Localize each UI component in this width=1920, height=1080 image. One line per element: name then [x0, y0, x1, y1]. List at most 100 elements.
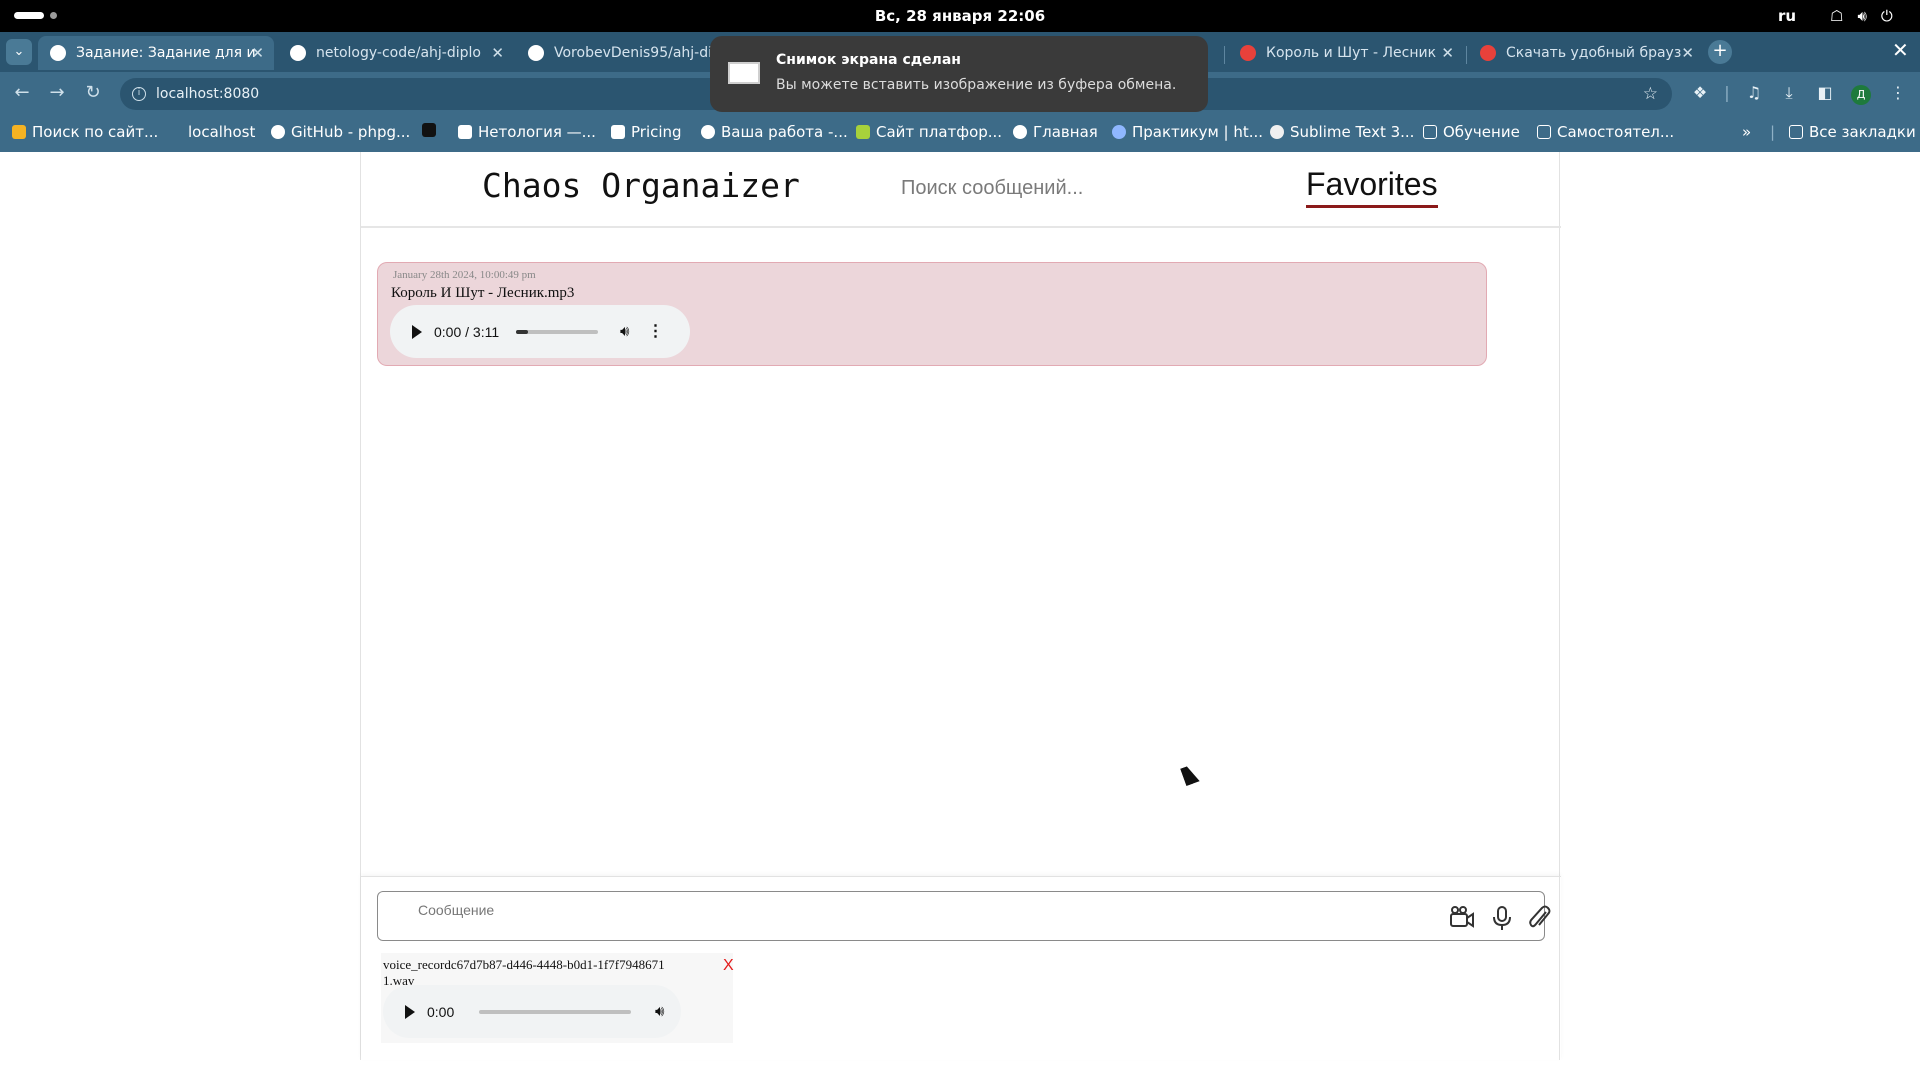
audio-time: 0:00 / 3:11 — [434, 323, 500, 340]
microphone-icon[interactable] — [1488, 904, 1516, 932]
bookmark-folder[interactable]: Самостоятел... — [1537, 123, 1674, 141]
notification-body: Вы можете вставить изображение из буфера… — [776, 77, 1177, 93]
browser-menu-icon[interactable]: ⋮ — [1887, 83, 1909, 102]
bookmarks-bar: Поиск по сайт... localhost GitHub - phpg… — [0, 116, 1920, 152]
profile-avatar[interactable]: Д — [1851, 85, 1871, 105]
bookmark-item[interactable]: localhost — [188, 123, 255, 141]
message-timestamp: January 28th 2024, 10:00:49 pm — [393, 269, 536, 281]
system-clock[interactable]: Вс, 28 января 22:06 — [0, 7, 1920, 25]
tab-download-browser[interactable]: Скачать удобный брауз ✕ — [1468, 36, 1704, 70]
bookmark-label: localhost — [188, 123, 256, 141]
bookmarks-overflow-icon[interactable]: » — [1742, 123, 1751, 141]
audio-progress-fill — [516, 329, 529, 334]
play-icon[interactable] — [405, 1004, 415, 1019]
message-input-box — [377, 891, 1551, 941]
volume-icon: 🔊︎ — [1857, 7, 1867, 25]
audio-seek-bar[interactable] — [479, 1009, 631, 1014]
bookmark-label: Ваша работа -... — [721, 123, 848, 141]
tab-title: Задание: Задание для и — [76, 45, 256, 61]
window-close-icon[interactable]: ✕ — [1892, 38, 1909, 62]
bookmark-item[interactable]: Ваша работа -... — [701, 123, 848, 141]
bookmark-item[interactable]: Sublime Text 3... — [1270, 123, 1414, 141]
favorites-link[interactable]: Favorites — [1306, 166, 1438, 208]
forward-arrow-icon[interactable]: → — [45, 82, 69, 103]
downloads-icon[interactable]: ⤓ — [1778, 83, 1800, 103]
pricing-favicon-icon — [611, 125, 625, 139]
volume-icon[interactable]: 🔊︎ — [620, 323, 629, 340]
system-tray[interactable]: ☖ 🔊︎ ⏻ — [1830, 7, 1893, 25]
bookmarks-divider: | — [1770, 123, 1776, 141]
tab-vorobev-repo[interactable]: VorobevDenis95/ahj-di — [516, 36, 716, 70]
github-favicon-icon — [271, 125, 285, 139]
message-input[interactable] — [418, 900, 1398, 920]
tab-zadanie[interactable]: Задание: Задание для и ✕ — [38, 36, 274, 70]
bookmark-item[interactable]: Главная — [1013, 123, 1098, 141]
app-header: Chaos Organaizer Favorites — [361, 152, 1561, 228]
keyboard-language[interactable]: ru — [1778, 7, 1796, 25]
message-search-input[interactable] — [901, 170, 1181, 206]
opera-favicon-icon — [1240, 45, 1256, 61]
folder-icon — [1789, 125, 1803, 139]
remove-attachment-button[interactable]: X — [723, 957, 734, 975]
system-top-bar: Вс, 28 января 22:06 ru ☖ 🔊︎ ⏻ — [0, 0, 1920, 32]
play-icon[interactable] — [412, 324, 422, 339]
video-camera-icon[interactable] — [1448, 904, 1476, 932]
close-tab-icon[interactable]: ✕ — [251, 44, 264, 62]
github-favicon-icon — [290, 45, 306, 61]
bookmark-label: Практикум | ht... — [1132, 123, 1264, 141]
paperclip-icon[interactable] — [1526, 904, 1554, 932]
network-icon: ☖ — [1830, 7, 1844, 25]
platform-favicon-icon — [856, 125, 870, 139]
all-bookmarks-folder[interactable]: Все закладки — [1789, 123, 1916, 141]
audio-seek-bar[interactable] — [516, 329, 598, 334]
bookmark-item[interactable]: Поиск по сайт... — [12, 123, 158, 141]
close-tab-icon[interactable]: ✕ — [491, 44, 504, 62]
toolbar-divider: | — [1724, 83, 1730, 102]
app-title: Chaos Organaizer — [482, 166, 800, 205]
site-info-icon[interactable]: i — [132, 87, 146, 101]
bookmark-item[interactable]: GitHub - phpg... — [271, 123, 410, 141]
tab-netology-diploma[interactable]: netology-code/ahj-diplo ✕ — [278, 36, 514, 70]
tab-search-button[interactable]: ⌄ — [6, 39, 32, 65]
back-arrow-icon[interactable]: ← — [10, 82, 34, 103]
bookmark-item[interactable]: Pricing — [611, 123, 682, 141]
bookmark-label: GitHub - phpg... — [291, 123, 411, 141]
github-favicon-icon — [528, 45, 544, 61]
volume-icon[interactable]: 🔊︎ — [655, 1003, 664, 1020]
side-panel-icon[interactable]: ◧ — [1814, 83, 1836, 102]
new-tab-button[interactable]: + — [1708, 40, 1732, 64]
tab-separator — [1224, 46, 1225, 64]
message-feed: January 28th 2024, 10:00:49 pm Король И … — [377, 262, 1487, 366]
bookmark-label: Сайт платфор... — [876, 123, 1003, 141]
bookmark-star-icon[interactable]: ☆ — [1643, 78, 1658, 110]
bookmark-favicon-icon — [12, 125, 26, 139]
media-controls-icon[interactable]: ♫ — [1743, 83, 1765, 102]
notification-title: Снимок экрана сделан — [776, 52, 961, 68]
more-options-icon[interactable]: ⋮ — [647, 323, 663, 339]
bookmark-label: Нетология —... — [478, 123, 596, 141]
bookmark-item[interactable]: Практикум | ht... — [1112, 123, 1263, 141]
bookmark-label: Sublime Text 3... — [1290, 123, 1415, 141]
close-tab-icon[interactable]: ✕ — [1441, 44, 1454, 62]
attachment-audio-player[interactable]: 0:00 🔊︎ — [383, 985, 681, 1038]
bookmark-item[interactable]: Нетология —... — [458, 123, 596, 141]
bookmark-folder[interactable]: Обучение — [1423, 123, 1520, 141]
screenshot-icon — [728, 62, 760, 84]
reload-icon[interactable]: ↻ — [81, 82, 105, 103]
tab-korol-i-shut[interactable]: Король и Шут - Лесник ✕ — [1228, 36, 1464, 70]
tab-title: VorobevDenis95/ahj-di — [554, 45, 713, 61]
screenshot-notification[interactable]: Снимок экрана сделан Вы можете вставить … — [710, 36, 1208, 112]
work-favicon-icon — [701, 125, 715, 139]
bookmark-item[interactable] — [422, 123, 442, 137]
chaos-organizer-app: Chaos Organaizer Favorites January 28th … — [360, 152, 1561, 1060]
bookmark-label: Поиск по сайт... — [32, 123, 159, 141]
close-tab-icon[interactable]: ✕ — [1681, 44, 1694, 62]
extensions-icon[interactable]: ❖ — [1689, 83, 1711, 102]
audio-player[interactable]: 0:00 / 3:11 🔊︎ ⋮ — [390, 305, 690, 358]
tab-separator — [1466, 46, 1467, 64]
tab-title: Король и Шут - Лесник — [1266, 45, 1437, 61]
bookmark-item[interactable]: Сайт платфор... — [856, 123, 1002, 141]
netology-favicon-icon — [458, 125, 472, 139]
tab-title: Скачать удобный брауз — [1506, 45, 1682, 61]
bookmark-label: Все закладки — [1809, 123, 1916, 141]
